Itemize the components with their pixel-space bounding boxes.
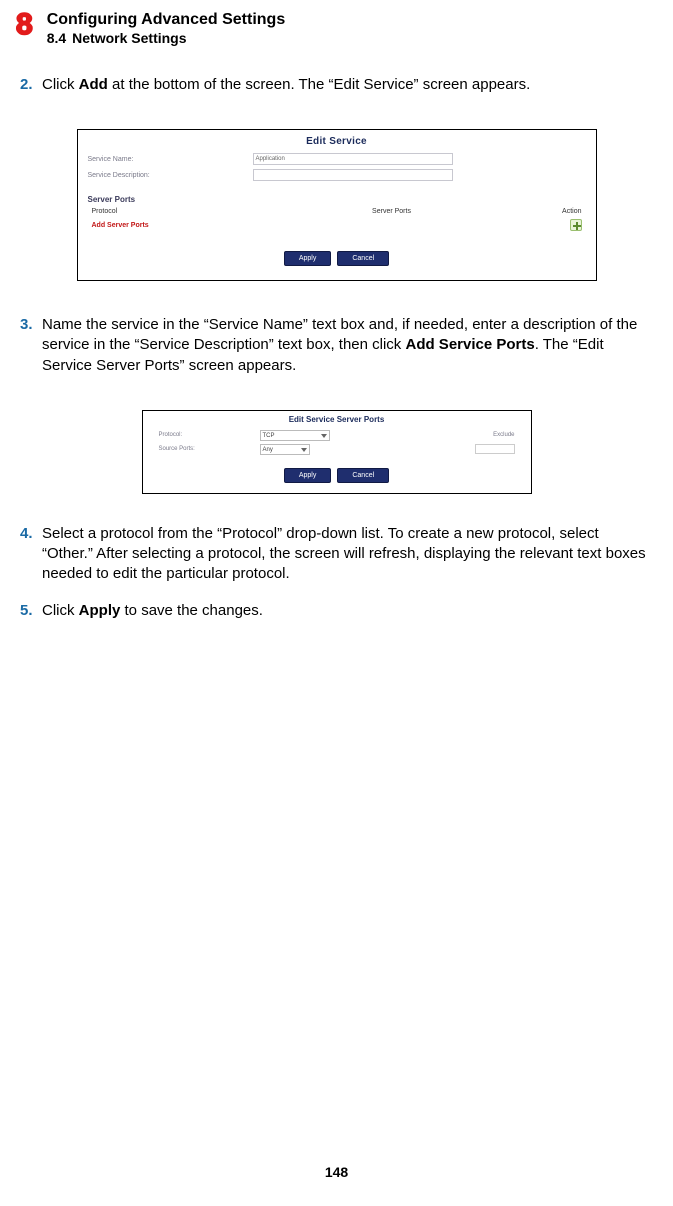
fig1-subheading: Server Ports (78, 187, 596, 206)
figure-edit-service-server-ports: Edit Service Server Ports Protocol: TCP … (142, 410, 532, 494)
select-source-value: Any (263, 447, 273, 453)
header-titles: Configuring Advanced Settings 8.4 Network… (47, 10, 286, 49)
section-number: 8.4 (47, 30, 66, 46)
fig1-table: Protocol Server Ports Action Add Server … (78, 206, 596, 241)
col-server-ports: Server Ports (262, 208, 522, 215)
fig1-form: Service Name: Application Service Descri… (78, 153, 596, 187)
figure-edit-service: Edit Service Service Name: Application S… (77, 129, 597, 281)
apply-button[interactable]: Apply (284, 468, 332, 483)
step-text: Click (42, 76, 79, 93)
cancel-button[interactable]: Cancel (337, 468, 389, 483)
input-service-name[interactable]: Application (253, 153, 453, 165)
step-2: 2. Click Add at the bottom of the screen… (20, 75, 653, 95)
fig1-title: Edit Service (78, 130, 596, 153)
label-exclude: Exclude (493, 432, 514, 438)
fig1-row-name: Service Name: Application (88, 153, 586, 165)
bold-add: Add (79, 76, 108, 93)
apply-button[interactable]: Apply (284, 251, 332, 266)
step-body: Name the service in the “Service Name” t… (42, 315, 653, 376)
step-text: Click (42, 602, 79, 619)
step-3: 3. Name the service in the “Service Name… (20, 315, 653, 376)
input-service-description[interactable] (253, 169, 453, 181)
input-service-name-value: Application (256, 156, 285, 162)
label-service-name: Service Name: (88, 156, 243, 163)
step-text: at the bottom of the screen. The “Edit S… (108, 76, 530, 93)
figure-2-wrap: Edit Service Server Ports Protocol: TCP … (20, 410, 653, 494)
fig1-buttons: Apply Cancel (78, 241, 596, 280)
steps-list: 2. Click Add at the bottom of the screen… (20, 75, 653, 621)
bold-apply: Apply (79, 602, 121, 619)
step-5: 5. Click Apply to save the changes. (20, 601, 653, 621)
step-4: 4. Select a protocol from the “Protocol”… (20, 524, 653, 585)
cancel-button[interactable]: Cancel (337, 251, 389, 266)
label-service-description: Service Description: (88, 172, 243, 179)
label-source-ports: Source Ports: (159, 446, 254, 452)
label-protocol: Protocol: (159, 432, 254, 438)
link-add-server-ports[interactable]: Add Server Ports (92, 222, 149, 229)
col-protocol: Protocol (92, 208, 262, 215)
select-protocol[interactable]: TCP (260, 430, 330, 441)
fig1-table-head: Protocol Server Ports Action (92, 206, 582, 217)
add-icon[interactable] (570, 219, 582, 231)
step-body: Click Apply to save the changes. (42, 601, 653, 621)
step-number: 4. (20, 524, 42, 585)
section-heading: 8.4 Network Settings (47, 29, 286, 49)
fig2-row-source: Source Ports: Any (159, 444, 515, 455)
bold-add-service-ports: Add Service Ports (405, 336, 534, 353)
input-source-ports[interactable] (475, 444, 515, 454)
page-header: 8 Configuring Advanced Settings 8.4 Netwo… (16, 10, 653, 49)
fig2-body: Protocol: TCP Exclude Source Ports: Any (143, 430, 531, 462)
fig1-add-row: Add Server Ports (92, 217, 582, 237)
fig2-row-protocol: Protocol: TCP Exclude (159, 430, 515, 441)
step-number: 5. (20, 601, 42, 621)
step-number: 2. (20, 75, 42, 95)
fig1-row-desc: Service Description: (88, 169, 586, 181)
chapter-title: Configuring Advanced Settings (47, 10, 286, 29)
col-action: Action (522, 208, 582, 215)
chapter-number: 8 (16, 10, 33, 40)
select-protocol-value: TCP (263, 433, 275, 439)
fig2-title: Edit Service Server Ports (143, 411, 531, 430)
step-text: to save the changes. (120, 602, 263, 619)
figure-1-wrap: Edit Service Service Name: Application S… (20, 129, 653, 281)
select-source-ports[interactable]: Any (260, 444, 310, 455)
section-title: Network Settings (72, 30, 186, 46)
fig2-buttons: Apply Cancel (143, 462, 531, 493)
step-text: Select a protocol from the “Protocol” dr… (42, 525, 646, 583)
step-body: Click Add at the bottom of the screen. T… (42, 75, 653, 95)
step-number: 3. (20, 315, 42, 376)
step-body: Select a protocol from the “Protocol” dr… (42, 524, 653, 585)
page-number: 148 (0, 1164, 673, 1180)
